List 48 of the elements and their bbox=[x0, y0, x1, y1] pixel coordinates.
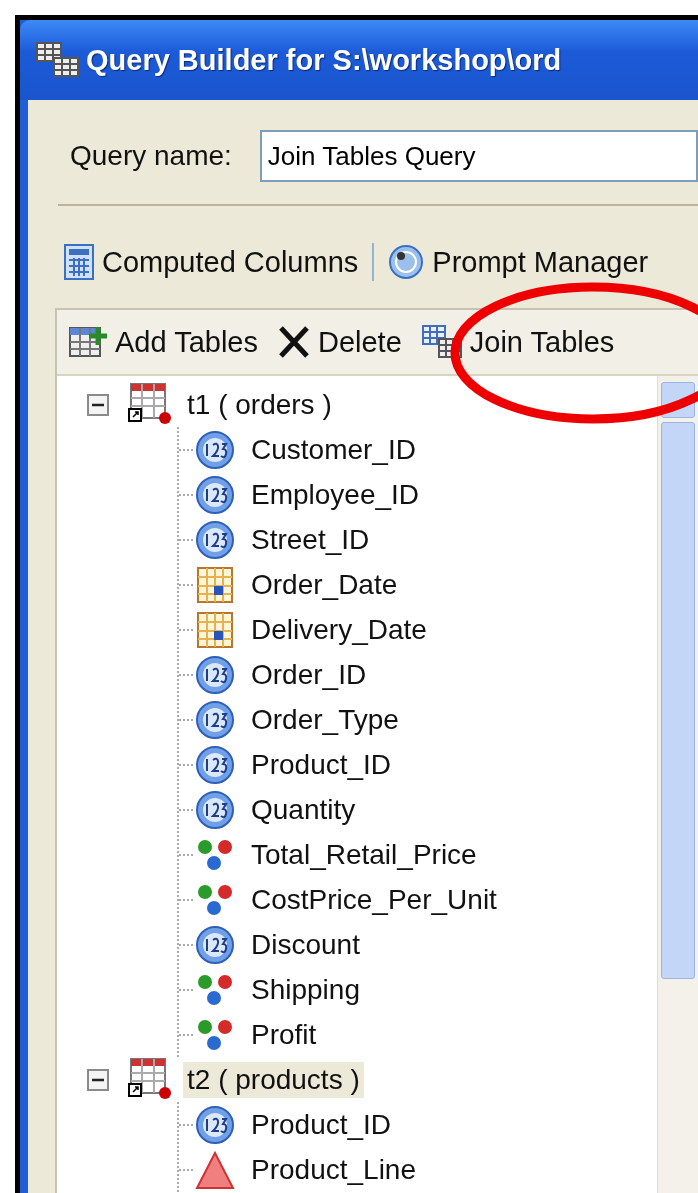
calendar-icon bbox=[195, 609, 235, 650]
collapse-toggle-icon[interactable] bbox=[87, 1068, 109, 1091]
column-node[interactable]: Total_Retail_Price bbox=[251, 838, 477, 871]
grid-icon bbox=[36, 42, 80, 78]
column-node[interactable]: Delivery_Date bbox=[251, 613, 427, 646]
column-node[interactable]: Product_Line bbox=[251, 1153, 416, 1186]
numeric-column-icon bbox=[195, 789, 235, 830]
computed-columns-button[interactable]: Computed Columns bbox=[60, 242, 363, 282]
collapse-toggle-icon[interactable] bbox=[87, 393, 109, 416]
numeric-column-icon bbox=[195, 654, 235, 695]
column-node[interactable]: Customer_ID bbox=[251, 433, 416, 466]
column-node[interactable]: Discount bbox=[251, 928, 360, 961]
column-node[interactable]: CostPrice_Per_Unit bbox=[251, 883, 497, 916]
calculator-icon bbox=[64, 244, 94, 280]
calendar-icon bbox=[195, 564, 235, 605]
numeric-column-icon bbox=[195, 474, 235, 515]
column-node[interactable]: Order_ID bbox=[251, 658, 367, 691]
column-node[interactable]: Profit bbox=[251, 1018, 317, 1051]
globe-icon bbox=[388, 244, 425, 280]
numeric-column-icon bbox=[195, 744, 235, 785]
column-node[interactable]: Product_ID bbox=[251, 748, 392, 781]
numeric-column-icon bbox=[195, 519, 235, 560]
delete-icon bbox=[277, 325, 310, 359]
numeric-column-icon bbox=[195, 1104, 235, 1145]
scroll-thumb[interactable] bbox=[661, 422, 695, 979]
scrollbar[interactable] bbox=[657, 376, 698, 1193]
column-node[interactable]: Employee_ID bbox=[251, 478, 420, 511]
column-node[interactable]: Order_Date bbox=[251, 568, 398, 601]
join-tables-icon bbox=[421, 325, 462, 359]
column-node[interactable]: Street_ID bbox=[251, 523, 370, 556]
numeric-column-icon bbox=[195, 699, 235, 740]
delete-button[interactable]: Delete bbox=[273, 323, 406, 361]
column-node[interactable]: Shipping bbox=[251, 973, 360, 1006]
column-node[interactable]: Order_Type bbox=[251, 703, 399, 736]
join-button[interactable]: Join Tables bbox=[417, 323, 619, 361]
query-name-label: Query name: bbox=[70, 140, 232, 172]
numeric-column-icon bbox=[195, 924, 235, 965]
prompt-manager-button[interactable]: Prompt Manager bbox=[384, 242, 653, 282]
table-node[interactable]: t1 ( orders ) bbox=[183, 386, 336, 423]
warning-triangle-icon bbox=[195, 1149, 235, 1190]
column-node[interactable]: Product_ID bbox=[251, 1108, 392, 1141]
column-node[interactable]: Quantity bbox=[251, 793, 356, 826]
add-button[interactable]: Add Tables bbox=[65, 323, 262, 361]
table-node[interactable]: t2 ( products ) bbox=[183, 1061, 364, 1098]
table-plus-icon bbox=[69, 325, 107, 359]
window-title: Query Builder for S:\workshop\ord bbox=[86, 43, 562, 77]
query-name-field[interactable]: Join Tables Query bbox=[259, 130, 698, 182]
numeric-column-icon bbox=[195, 429, 235, 470]
